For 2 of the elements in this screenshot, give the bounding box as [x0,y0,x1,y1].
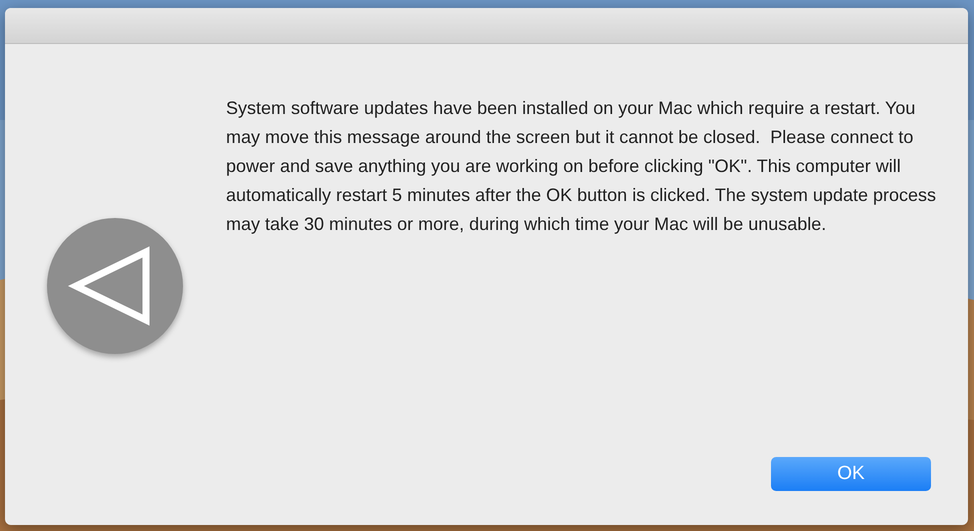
ok-button[interactable]: OK [771,457,931,491]
message-text: System software updates have been installed on your Mac which require a restart. You may move this message around the screen but it cannot be closed. Please connect to power and save anything you are working on before clicking "OK". This computer will automatically restart 5 minutes after the OK button is clicked. The system update process may take 30 minutes or more, during which time your Mac will be unusable. [226,97,936,236]
